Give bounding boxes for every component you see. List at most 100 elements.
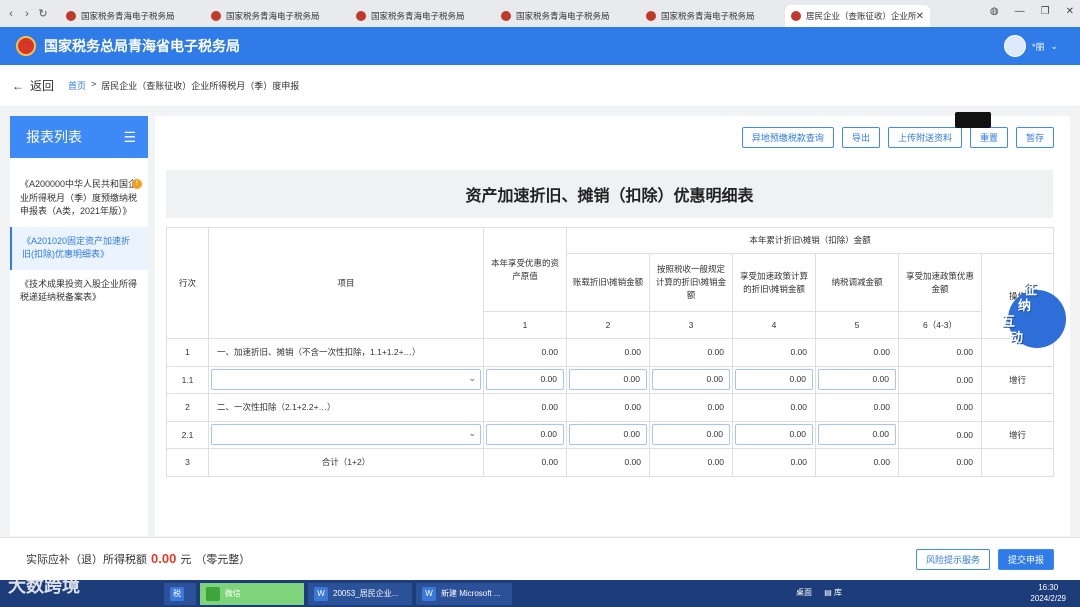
cell-value: 0.00 [483,448,567,477]
table-row: 2.1 ⌄ 0.00 0.00 0.00 0.00 0.00 0.00 增行 [166,420,1055,449]
cell-value: 0.00 [898,365,982,394]
tax-favicon-icon [501,11,511,21]
browser-tab[interactable]: 国家税务青海电子税务局 [60,5,205,27]
general-depreciation-input[interactable]: 0.00 [652,424,730,446]
upload-attachments-button[interactable]: 上传附送资料 [887,127,962,148]
tax-reduction-input[interactable]: 0.00 [818,424,896,446]
export-button[interactable]: 导出 [841,127,880,148]
taskbar-word-doc2[interactable]: W 新建 Microsoft ... [416,582,512,605]
cell-value: 0.00 [898,338,982,367]
back-button[interactable]: ← 返回 [12,77,54,94]
breadcrumb-home[interactable]: 首页 [68,79,86,92]
general-depreciation-input[interactable]: 0.00 [652,369,730,391]
breadcrumb-current: 居民企业（查账征收）企业所得税月（季）度申报 [101,81,300,91]
globe-icon[interactable]: ◍ [990,6,999,17]
taskbar-word-doc1[interactable]: W 20053_居民企业... [308,582,412,605]
remote-prepaid-query-button[interactable]: 异地预缴税款查询 [741,127,834,148]
cell-value: 0.00 [649,448,733,477]
clock-date: 2024/2/29 [1030,594,1066,603]
minimize-icon[interactable]: — [1015,6,1025,17]
tab-title: 国家税务青海电子税务局 [516,11,610,21]
browser-tab[interactable]: 国家税务青海电子税务局 [495,5,640,27]
row-no: 1 [166,338,209,367]
tray-shortcuts: 桌面 ▤ 库 [796,587,842,598]
refresh-icon[interactable]: ↻ [36,7,50,21]
add-row-link[interactable]: 增行 [980,420,1055,449]
site-header: 国家税务总局青海省电子税务局 *丽 ⌄ [0,27,1080,65]
col-num: 5 [815,311,899,339]
col-num: 6（4-3） [898,311,982,339]
row-no: 3 [166,448,209,477]
widget-char: 互 [1002,314,1016,329]
taskbar-wechat[interactable]: 微信 [200,582,304,605]
header-book-depreciation: 账载折旧\摊销金额 [566,253,650,312]
tax-due-label: 实际应补（退）所得税额 [26,554,147,566]
tax-reduction-input[interactable]: 0.00 [818,369,896,391]
sidebar-header: 报表列表 ☰ [10,116,148,158]
toolbar: 异地预缴税款查询 导出 上传附送资料 重置 暂存 [741,127,1054,148]
browser-tab[interactable]: 国家税务青海电子税务局 [640,5,785,27]
tax-interaction-widget[interactable]: 征 纳 互 动 [998,282,1068,348]
close-tab-icon[interactable]: ✕ [916,11,924,22]
sidebar-item-label: 《A200000中华人民共和国企业所得税月（季）度预缴纳税申报表（A类，2021… [20,179,138,216]
book-depreciation-input[interactable]: 0.00 [569,424,647,446]
desktop-label[interactable]: 桌面 [796,588,812,597]
tax-favicon-icon [211,11,221,21]
restore-icon[interactable]: ❐ [1041,6,1050,17]
save-draft-button[interactable]: 暂存 [1015,127,1054,148]
col-num: 2 [566,311,650,339]
chevron-down-icon: ⌄ [468,428,476,439]
report-list-sidebar: 报表列表 ☰ 《A200000中华人民共和国企业所得税月（季）度预缴纳税申报表（… [10,116,148,536]
browser-tab[interactable]: 国家税务青海电子税务局 [205,5,350,27]
task-label: 20053_居民企业... [333,589,399,598]
accelerated-depreciation-input[interactable]: 0.00 [735,424,813,446]
clock[interactable]: 16:30 2024/2/29 [1030,582,1066,604]
book-depreciation-input[interactable]: 0.00 [569,369,647,391]
user-name: *丽 [1031,41,1045,52]
risk-alert-button[interactable]: 风险提示服务 [915,549,990,570]
header-item: 项目 [208,227,484,339]
tax-emblem-icon [16,36,36,56]
submit-button[interactable]: 提交申报 [997,549,1054,570]
forward-arrow-icon[interactable]: › [20,7,34,21]
chevron-down-icon: ⌄ [1050,40,1058,51]
col-num: 1 [483,311,567,339]
add-row-link[interactable]: 增行 [980,365,1055,394]
accelerated-depreciation-input[interactable]: 0.00 [735,369,813,391]
original-value-input[interactable]: 0.00 [486,424,564,446]
tax-due-amount: 0.00 [151,551,177,566]
cell-value: 0.00 [898,420,982,449]
taskbar-tax-app[interactable]: 税 [164,582,196,605]
sidebar-item-tech-investment[interactable]: 《技术成果投资入股企业所得税递延纳税备案表》 [10,270,148,313]
cell-value: 0.00 [732,448,816,477]
tax-app-icon: 税 [170,586,184,601]
row-label: 二、一次性扣除（2.1+2.2+…） [208,393,484,422]
library-label[interactable]: 库 [834,588,842,597]
tax-favicon-icon [791,11,801,21]
detail-table: 行次 项目 本年享受优惠的资产原值 本年累计折旧\摊销（扣除）金额 账载折旧\摊… [166,227,1055,477]
site-title: 国家税务总局青海省电子税务局 [44,38,240,54]
keyboard-popup-icon[interactable] [955,112,991,128]
menu-collapse-icon[interactable]: ☰ [123,129,136,146]
word-icon: W [314,586,328,601]
breadcrumb-row: ← 返回 首页 > 居民企业（查账征收）企业所得税月（季）度申报 [0,65,1080,107]
asset-type-select[interactable]: ⌄ [211,424,481,446]
breadcrumb-separator: > [91,79,97,89]
tab-title: 国家税务青海电子税务局 [661,11,755,21]
close-window-icon[interactable]: ✕ [1066,6,1074,17]
cell-value: 0.00 [483,338,567,367]
browser-nav: ‹ › ↻ [0,7,60,21]
sidebar-item-a200000[interactable]: 《A200000中华人民共和国企业所得税月（季）度预缴纳税申报表（A类，2021… [10,170,148,227]
breadcrumb: 首页 > 居民企业（查账征收）企业所得税月（季）度申报 [68,79,299,92]
cell-value: 0.00 [566,393,650,422]
sidebar-item-a201020[interactable]: 《A201020固定资产加速折旧(扣除)优惠明细表》 [10,226,148,270]
reset-button[interactable]: 重置 [969,127,1008,148]
cell-value: 0.00 [898,448,982,477]
browser-tab[interactable]: 国家税务青海电子税务局 [350,5,495,27]
original-value-input[interactable]: 0.00 [486,369,564,391]
back-arrow-icon[interactable]: ‹ [4,7,18,21]
asset-type-select[interactable]: ⌄ [211,369,481,391]
user-menu[interactable]: *丽 ⌄ [1003,35,1058,57]
sidebar-item-label: 《A201020固定资产加速折旧(扣除)优惠明细表》 [22,235,131,260]
browser-tab-active[interactable]: 居民企业（查账征收）企业所 ✕ [785,5,930,27]
